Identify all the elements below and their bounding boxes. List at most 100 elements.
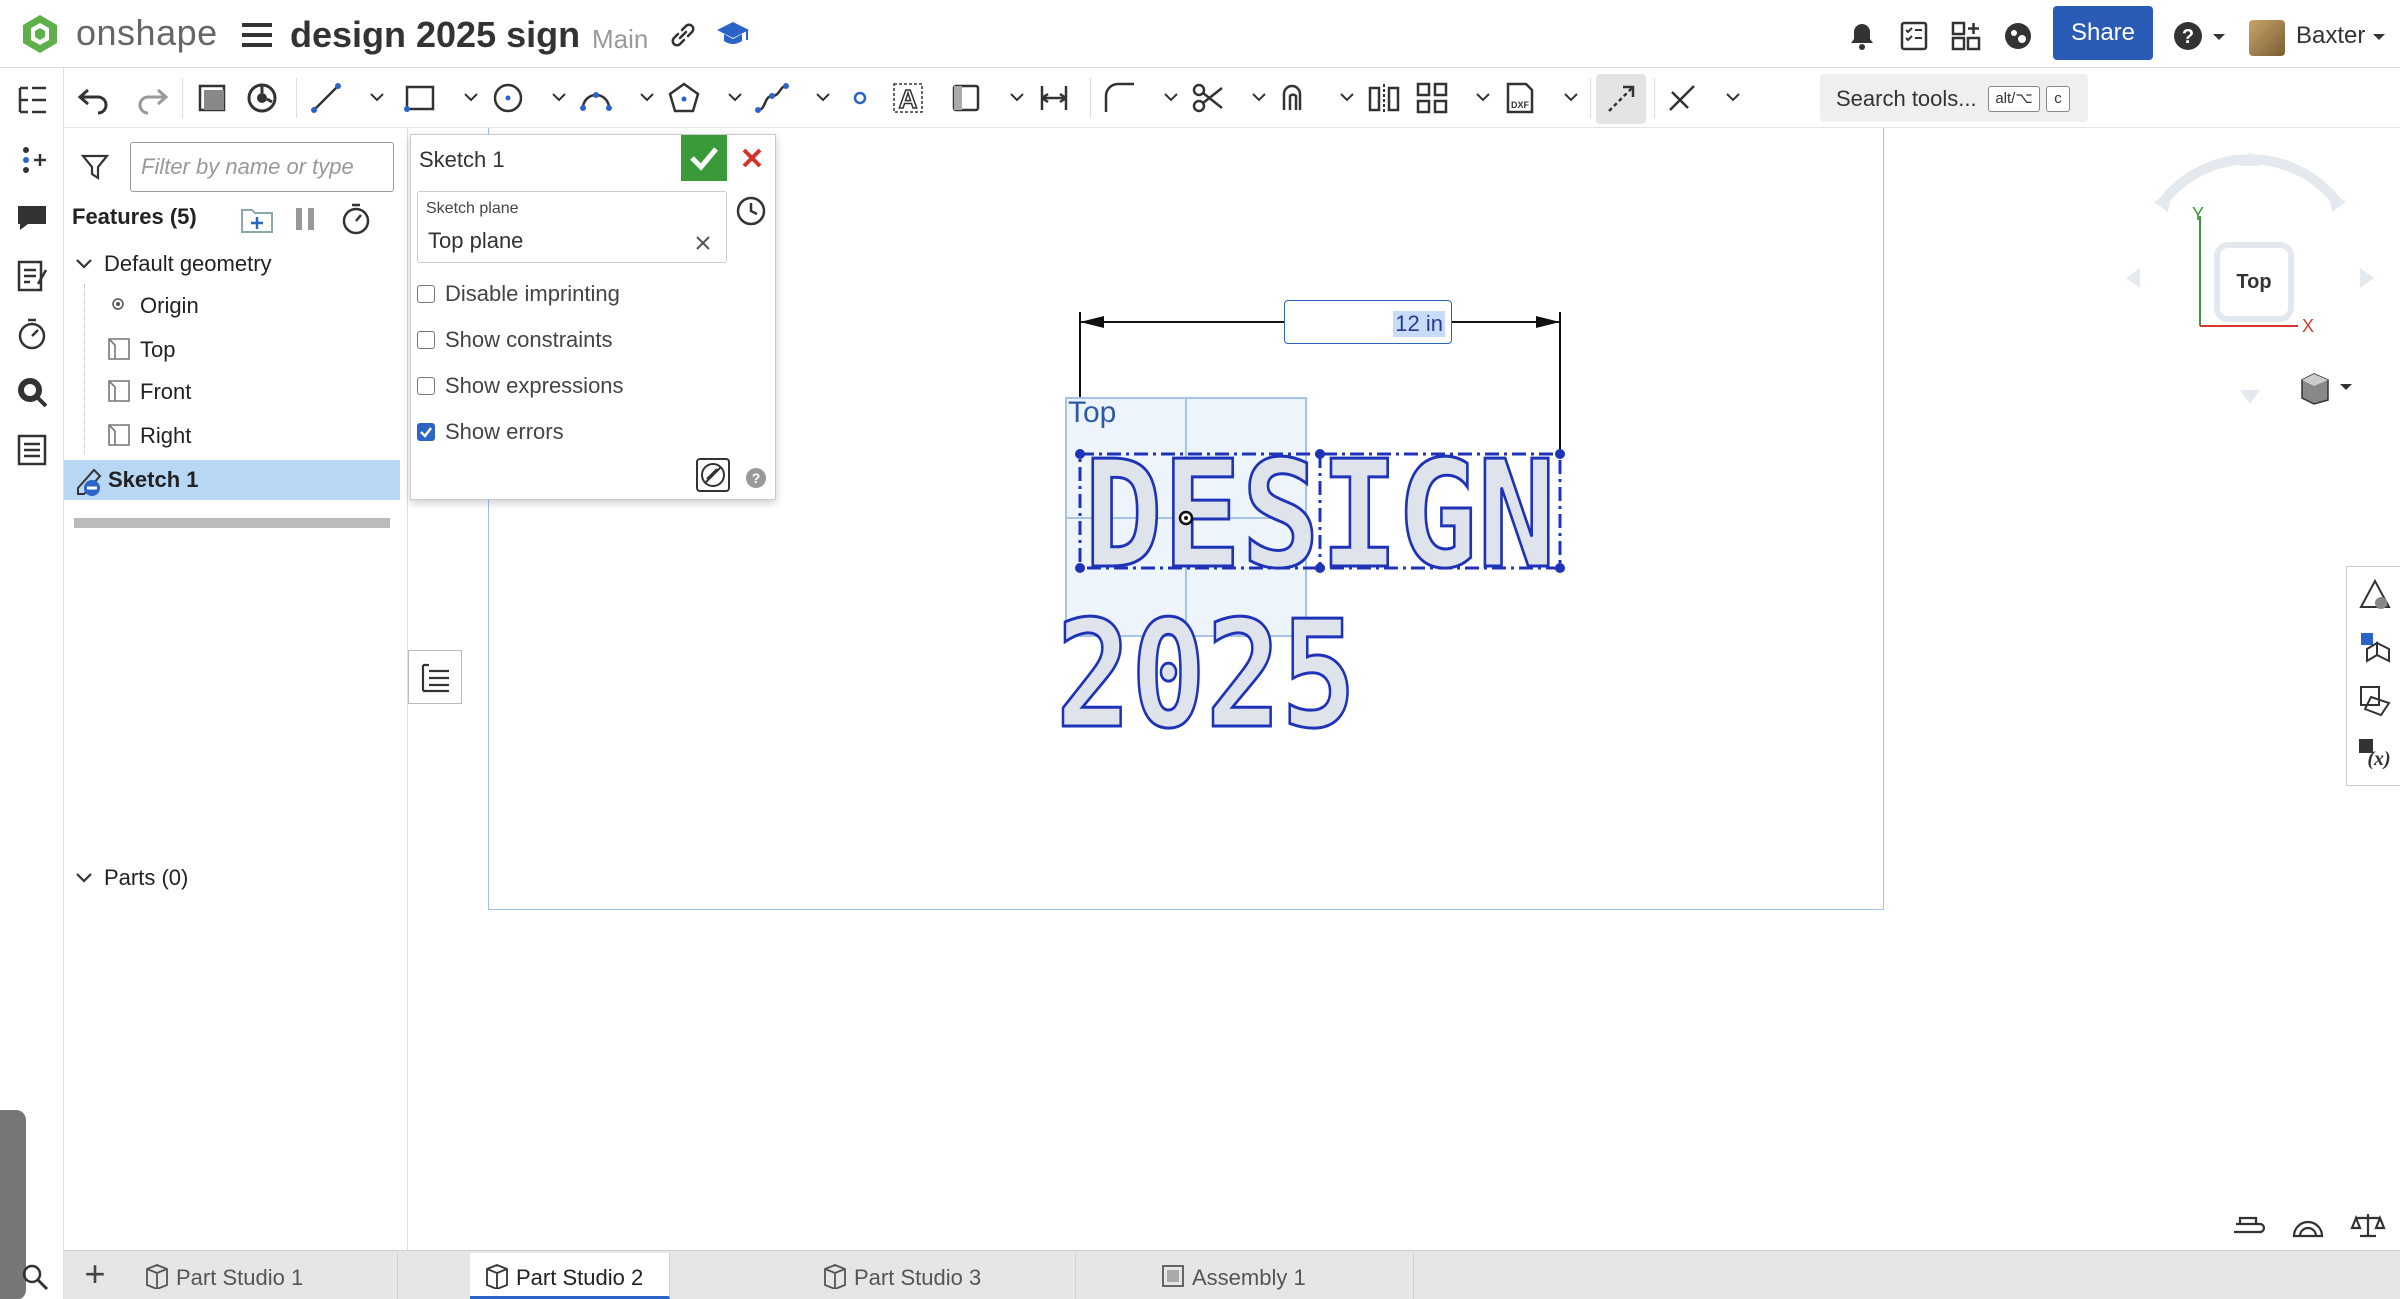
pattern-chevron-down-icon[interactable] (1474, 88, 1492, 106)
checklist-icon[interactable] (1898, 20, 1930, 52)
disable-imprinting-checkbox[interactable] (417, 285, 435, 303)
tab-search-icon[interactable] (20, 1262, 50, 1292)
filter-funnel-icon[interactable] (80, 152, 110, 182)
show-errors-checkbox[interactable] (417, 423, 435, 441)
dimension-tool-icon[interactable] (1036, 80, 1072, 116)
user-name[interactable]: Baxter (2296, 22, 2365, 50)
use-tool-icon[interactable] (948, 80, 984, 116)
notifications-bell-icon[interactable] (1846, 20, 1878, 52)
sketch-history-icon[interactable] (735, 195, 767, 227)
dimension-input[interactable]: 12 in (1284, 300, 1452, 344)
configurations-icon[interactable] (244, 80, 280, 116)
tree-item-sketch-1[interactable]: Sketch 1 (64, 460, 400, 500)
appearance-panel-icon[interactable] (2357, 577, 2393, 613)
link-icon[interactable] (668, 20, 698, 50)
rollback-bar[interactable] (74, 518, 390, 528)
add-tab-button[interactable]: + (78, 1256, 112, 1293)
circle-chevron-down-icon[interactable] (550, 88, 568, 106)
point-tool-icon[interactable] (842, 80, 878, 116)
dxf-import-icon[interactable]: DXF (1502, 80, 1538, 116)
confirm-button[interactable] (681, 135, 727, 181)
sketch-inspect-icon[interactable] (695, 457, 731, 493)
section-view-icon[interactable] (2290, 1210, 2326, 1240)
search-tools-button[interactable]: Search tools... alt/⌥ c (1820, 74, 2088, 122)
spline-chevron-down-icon[interactable] (814, 88, 832, 106)
tab-part-studio-3[interactable]: Part Studio 3 (808, 1253, 1076, 1299)
line-chevron-down-icon[interactable] (368, 88, 386, 106)
tab-part-studio-2[interactable]: Part Studio 2 (470, 1253, 670, 1299)
construction-toggle-icon[interactable] (1596, 74, 1646, 124)
app-store-icon[interactable] (1950, 20, 1982, 52)
trim-scissors-icon[interactable] (1190, 80, 1226, 116)
feature-list-toggle[interactable] (408, 650, 462, 704)
polygon-chevron-down-icon[interactable] (726, 88, 744, 106)
sketch-text-design[interactable]: DESIGN (1083, 428, 1558, 603)
feature-list-icon[interactable] (194, 80, 230, 116)
rectangle-chevron-down-icon[interactable] (462, 88, 480, 106)
fillet-chevron-down-icon[interactable] (1162, 88, 1180, 106)
history-timer-icon[interactable] (14, 316, 50, 352)
redo-icon[interactable] (134, 80, 170, 116)
tree-item-right[interactable]: Right (140, 416, 191, 456)
line-tool-icon[interactable] (308, 80, 344, 116)
offset-tool-icon[interactable] (1278, 80, 1314, 116)
user-chevron-down-icon[interactable] (2370, 28, 2388, 46)
sketch-text-2025[interactable]: 2025 (1055, 588, 1358, 763)
sketch-geometry[interactable]: DESIGN 2025 (1030, 290, 1610, 763)
variable-table-icon[interactable]: (x) (2357, 737, 2393, 773)
pause-icon[interactable] (292, 204, 318, 234)
share-button[interactable]: Share (2053, 6, 2153, 60)
circle-tool-icon[interactable] (490, 80, 526, 116)
feature-tree-icon[interactable] (14, 82, 50, 118)
add-folder-icon[interactable] (240, 204, 274, 234)
constraint-chevron-down-icon[interactable] (1724, 88, 1742, 106)
default-geometry-chevron-down-icon[interactable] (74, 254, 94, 274)
sketch-plane-field[interactable]: Sketch plane Top plane (417, 191, 727, 263)
dialog-help-icon[interactable]: ? (745, 467, 767, 489)
rollback-timer-icon[interactable] (340, 202, 372, 236)
tab-assembly-1[interactable]: Assembly 1 (1146, 1253, 1414, 1299)
parts-chevron-down-icon[interactable] (74, 868, 94, 888)
notes-icon[interactable] (14, 258, 50, 294)
offset-chevron-down-icon[interactable] (1338, 88, 1356, 106)
measure-tool-icon[interactable] (2230, 1210, 2266, 1240)
rectangle-tool-icon[interactable] (402, 80, 438, 116)
pattern-tool-icon[interactable] (1414, 80, 1450, 116)
undo-icon[interactable] (76, 80, 112, 116)
filter-input[interactable] (130, 142, 394, 192)
tree-item-top[interactable]: Top (140, 330, 175, 370)
mirror-tool-icon[interactable] (1366, 80, 1402, 116)
show-constraints-checkbox[interactable] (417, 331, 435, 349)
constraint-tool-icon[interactable] (1664, 80, 1700, 116)
configuration-panel-icon[interactable] (2357, 629, 2393, 665)
avatar[interactable] (2249, 20, 2285, 56)
search-eye-icon[interactable] (14, 374, 50, 410)
arc-chevron-down-icon[interactable] (638, 88, 656, 106)
bill-of-materials-icon[interactable] (14, 432, 50, 468)
variables-icon[interactable] (14, 142, 50, 178)
balance-scale-icon[interactable] (2350, 1210, 2386, 1240)
view-cube[interactable]: Top Y X (2120, 146, 2380, 406)
cancel-button[interactable] (729, 135, 775, 181)
view-cube-top-face[interactable]: Top (2214, 242, 2294, 322)
tree-item-front[interactable]: Front (140, 372, 191, 412)
clear-plane-icon[interactable] (694, 234, 712, 252)
onshape-logo-icon[interactable] (18, 12, 62, 56)
text-tool-icon[interactable]: A (890, 80, 926, 116)
mass-properties-icon[interactable] (2357, 683, 2393, 719)
hamburger-menu-icon[interactable] (242, 22, 272, 48)
tab-part-studio-1[interactable]: Part Studio 1 (130, 1253, 398, 1299)
comments-icon[interactable] (14, 200, 50, 236)
show-expressions-checkbox[interactable] (417, 377, 435, 395)
view-mode-cube-icon[interactable] (2300, 370, 2360, 406)
arc-tool-icon[interactable] (578, 80, 614, 116)
trim-chevron-down-icon[interactable] (1250, 88, 1268, 106)
branch-name[interactable]: Main (592, 24, 648, 55)
tree-item-origin[interactable]: Origin (140, 286, 199, 326)
dxf-chevron-down-icon[interactable] (1562, 88, 1580, 106)
polygon-tool-icon[interactable] (666, 80, 702, 116)
learning-center-icon[interactable] (2002, 20, 2034, 52)
parts-heading[interactable]: Parts (0) (104, 858, 188, 898)
help-icon[interactable]: ? (2172, 20, 2204, 52)
fillet-tool-icon[interactable] (1102, 80, 1138, 116)
